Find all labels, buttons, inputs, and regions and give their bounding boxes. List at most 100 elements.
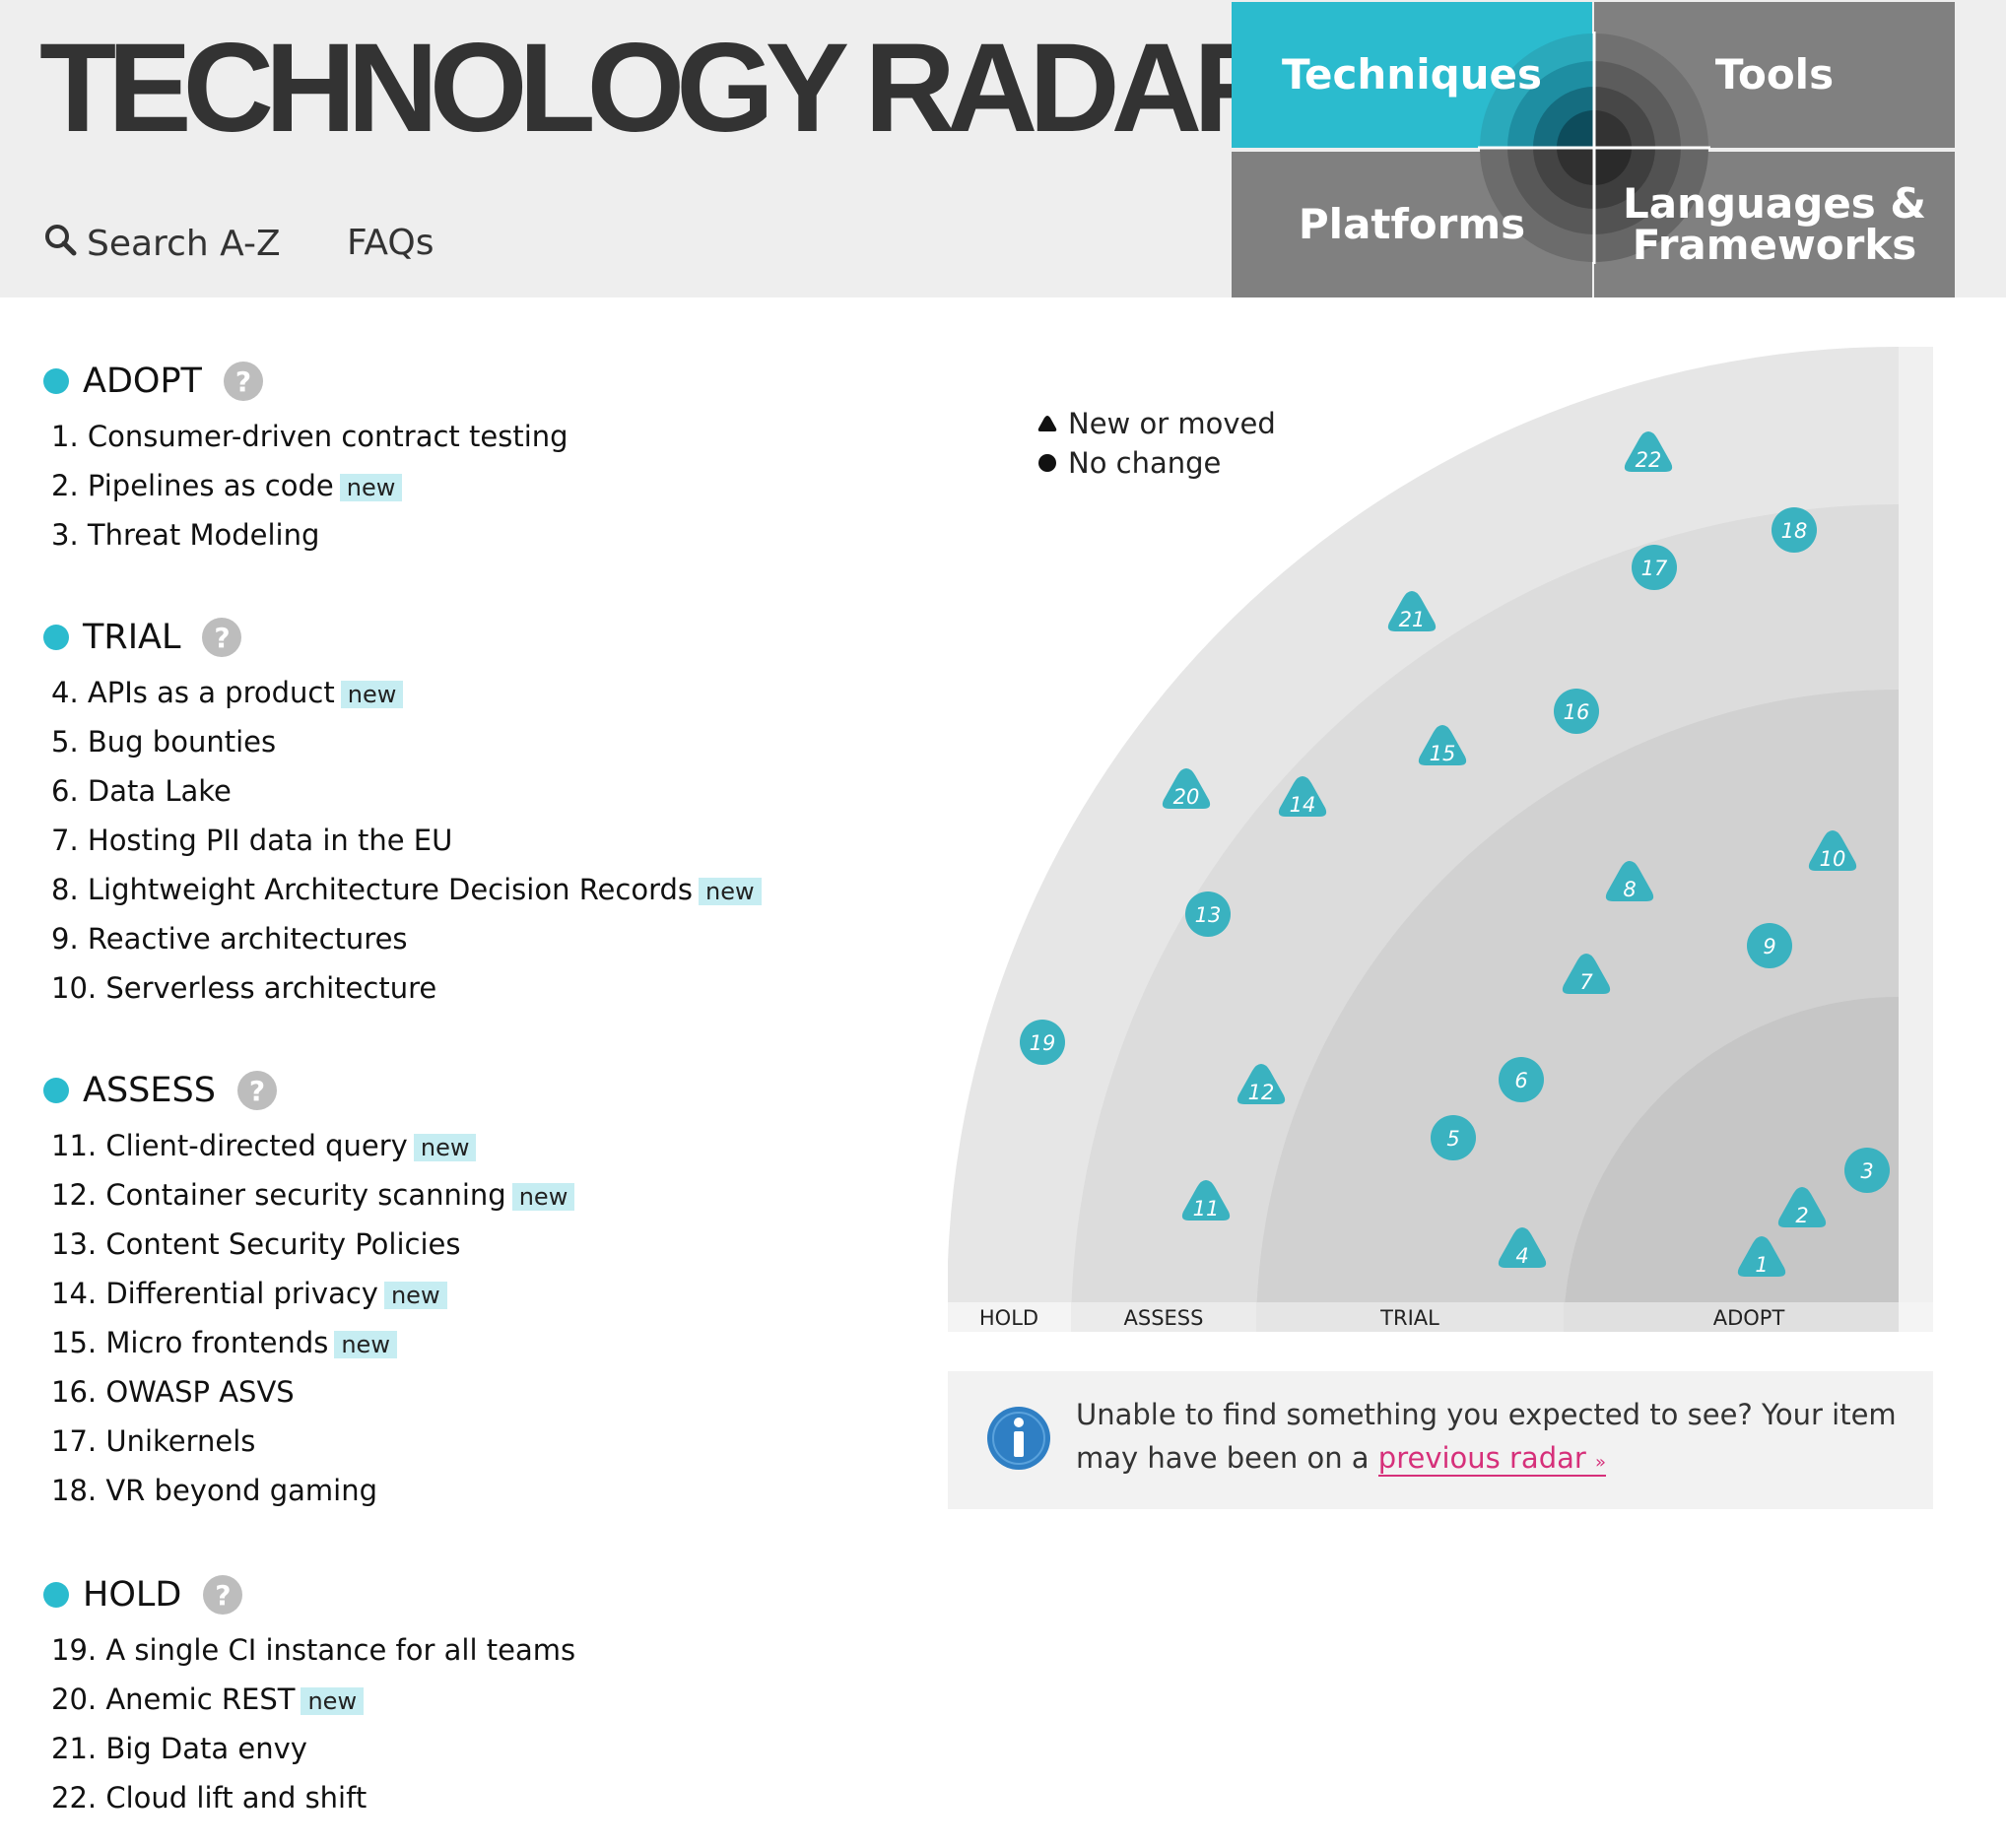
radar-blip-number: 3 [1860,1159,1873,1183]
radar-right-strip [1899,347,1933,1332]
radar-blip-number: 21 [1399,608,1426,631]
tab-languages-label: Languages & Frameworks [1623,183,1926,266]
radar-blip-18[interactable]: 18 [1772,507,1817,553]
list-item-label: 3. Threat Modeling [51,518,320,552]
list-item-label: 21. Big Data envy [51,1732,307,1765]
ring-title: ADOPT [83,362,202,401]
site-header: TECHNOLOGY RADAR Search A-Z FAQs Techniq… [0,0,2006,297]
radar-blip-6[interactable]: 6 [1499,1057,1544,1102]
list-item-label: 8. Lightweight Architecture Decision Rec… [51,873,693,906]
ring-label-hold: HOLD [979,1306,1038,1330]
ring-heading: HOLD? [43,1570,575,1619]
radar-blip-5[interactable]: 5 [1431,1115,1476,1160]
list-item[interactable]: 9. Reactive architectures [43,914,762,963]
radar-blip-3[interactable]: 3 [1844,1148,1890,1193]
radar-blip-19[interactable]: 19 [1020,1020,1065,1065]
radar-blip-13[interactable]: 13 [1185,891,1231,937]
radar-blip-number: 1 [1755,1253,1768,1277]
ring-dot-icon [43,1078,69,1103]
list-item-label: 9. Reactive architectures [51,922,408,956]
blip-list: 11. Client-directed query new 12. Containe… [43,1121,575,1515]
radar-quadrant-svg: HOLD ASSESS TRIAL ADOPT 1234567891011121314… [947,346,1933,1332]
help-icon[interactable]: ? [202,618,242,657]
list-item-label: 16. OWASP ASVS [51,1375,295,1409]
list-item[interactable]: 3. Threat Modeling [43,510,568,560]
list-item-label: 13. Content Security Policies [51,1227,461,1261]
list-item[interactable]: 20. Anemic REST new [43,1675,575,1724]
ring-dot-icon [43,368,69,394]
list-item[interactable]: 4. APIs as a product new [43,668,762,717]
list-item[interactable]: 19. A single CI instance for all teams [43,1625,575,1675]
blip-list: 4. APIs as a product new 5. Bug bounties 6.… [43,668,762,1013]
tab-techniques-label: Techniques [1281,50,1543,99]
list-item-label: 19. A single CI instance for all teams [51,1633,576,1667]
ring-label-trial: TRIAL [1379,1306,1439,1330]
list-item-label: 4. APIs as a product [51,676,335,709]
help-icon[interactable]: ? [236,1071,277,1110]
ring-section-hold: HOLD? 19. A single CI instance for all te… [43,1570,575,1822]
list-item-label: 20. Anemic REST [51,1683,296,1716]
list-item[interactable]: 11. Client-directed query new [43,1121,574,1170]
help-icon[interactable]: ? [203,1575,243,1615]
tab-languages-line2: Frameworks [1632,221,1917,269]
list-item[interactable]: 22. Cloud lift and shift [43,1773,575,1822]
radar-chart: HOLD ASSESS TRIAL ADOPT 1 2 3 4 5 6 7 8 9 10 11 12 13 14… [947,346,1933,1332]
radar-blip-number: 20 [1173,785,1200,809]
search-icon [43,223,77,265]
new-badge: new [413,1134,477,1161]
ring-heading: ASSESS? [43,1066,574,1115]
list-item[interactable]: 12. Container security scanning new [43,1170,575,1220]
radar-blip-number: 16 [1564,700,1590,724]
list-item[interactable]: 1. Consumer-driven contract testing [43,412,568,461]
new-badge: new [511,1183,575,1211]
radar-blip-number: 4 [1515,1244,1528,1268]
list-item-label: 11. Client-directed query [51,1129,408,1162]
radar-blip-number: 17 [1641,557,1668,580]
list-item-label: 14. Differential privacy [51,1277,378,1310]
list-item[interactable]: 5. Bug bounties [43,717,762,766]
list-item[interactable]: 17. Unikernels [43,1417,574,1466]
info-icon [987,1407,1050,1470]
list-item[interactable]: 8. Lightweight Architecture Decision Rec… [43,865,762,914]
radar-blip-number: 11 [1193,1197,1220,1221]
search-a-z-link[interactable]: Search A-Z [43,223,281,265]
radar-blip-16[interactable]: 16 [1554,689,1599,734]
list-item[interactable]: 18. VR beyond gaming [43,1466,574,1515]
ring-title: ASSESS [83,1071,216,1110]
radar-blip-number: 10 [1820,847,1846,871]
quadrant-nav: Techniques Tools Platforms Languages & F… [1232,2,1957,297]
new-badge: new [340,681,404,708]
list-item[interactable]: 10. Serverless architecture [43,963,762,1013]
list-item[interactable]: 21. Big Data envy [43,1724,575,1773]
radar-blip-number: 2 [1795,1204,1808,1227]
ring-label-adopt: ADOPT [1713,1306,1785,1330]
previous-radar-link[interactable]: previous radar » [1377,1441,1607,1477]
radar-blip-number: 22 [1636,448,1662,472]
list-item[interactable]: 6. Data Lake [43,766,762,816]
faqs-link[interactable]: FAQs [347,223,435,263]
ring-heading: TRIAL? [43,613,762,662]
list-item[interactable]: 7. Hosting PII data in the EU [43,816,762,865]
radar-blip-number: 12 [1248,1081,1275,1104]
list-item[interactable]: 2. Pipelines as code new [43,461,568,510]
list-item[interactable]: 15. Micro frontends new [43,1318,574,1367]
ring-dot-icon [43,1582,69,1608]
new-badge: new [383,1282,447,1309]
list-item[interactable]: 13. Content Security Policies [43,1220,574,1269]
list-item-label: 12. Container security scanning [51,1178,506,1212]
list-item-label: 5. Bug bounties [51,725,277,759]
help-icon[interactable]: ? [223,362,263,401]
ring-section-trial: TRIAL? 4. APIs as a product new 5. Bug boun… [43,613,762,1013]
list-item[interactable]: 16. OWASP ASVS [43,1367,574,1417]
list-item[interactable]: 14. Differential privacy new [43,1269,574,1318]
info-message: Unable to find something you expected to… [1076,1393,1904,1485]
search-label: Search A-Z [87,224,281,264]
new-badge: new [339,474,403,501]
tab-platforms-label: Platforms [1298,200,1526,248]
radar-blip-9[interactable]: 9 [1747,923,1792,968]
new-badge: new [699,878,762,905]
radar-blip-17[interactable]: 17 [1632,545,1677,590]
radar-blip-number: 5 [1446,1127,1459,1151]
page-title: TECHNOLOGY RADAR [39,18,1285,159]
radar-blip-number: 13 [1195,903,1222,927]
